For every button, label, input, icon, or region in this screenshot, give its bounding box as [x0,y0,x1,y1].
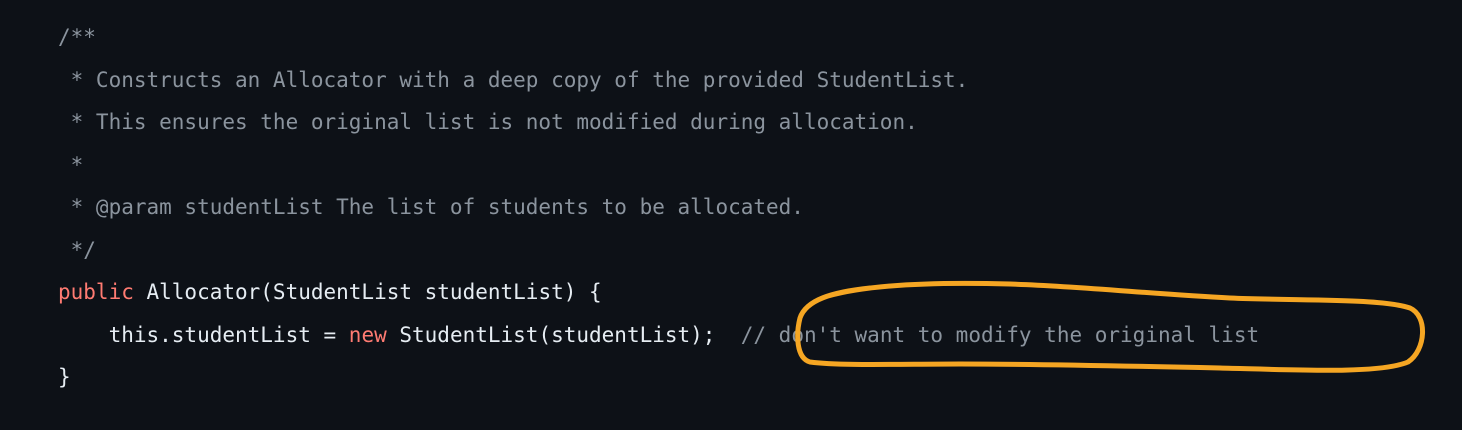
code-token-comment: */ [58,237,96,262]
code-token-comment: /** [58,25,96,49]
code-line: this.studentList = new StudentList(stude… [58,314,1260,357]
code-token-plain: Allocator(StudentList studentList) { [133,280,602,304]
code-line: */ [58,229,1259,272]
code-block: /** * Constructs an Allocator with a dee… [0,0,1462,430]
code-token-comment: * [58,152,84,177]
code-token-keyword: new [348,322,387,347]
code-line: * @param studentList The list of student… [58,186,1259,229]
code-token-comment: * Constructs an Allocator with a deep co… [58,67,969,92]
code-line: * Constructs an Allocator with a deep co… [58,59,1259,102]
code-token-plain: } [58,365,71,389]
code-line: * This ensures the original list is not … [58,101,1259,144]
code-line: } [58,356,1259,399]
code-line: public Allocator(StudentList studentList… [58,271,1259,314]
code-line: /** [58,16,1259,59]
code-token-keyword: public [58,280,134,304]
code-lines: /** * Constructs an Allocator with a dee… [58,16,1259,399]
code-token-comment: // don't want to modify the original lis… [740,322,1260,347]
code-token-comment: * This ensures the original list is not … [58,110,918,134]
code-line: * [58,144,1259,187]
code-token-plain: this.studentList = [58,322,349,347]
code-token-plain: StudentList(studentList); [386,322,741,347]
code-token-comment: * @param studentList The list of student… [58,195,804,219]
